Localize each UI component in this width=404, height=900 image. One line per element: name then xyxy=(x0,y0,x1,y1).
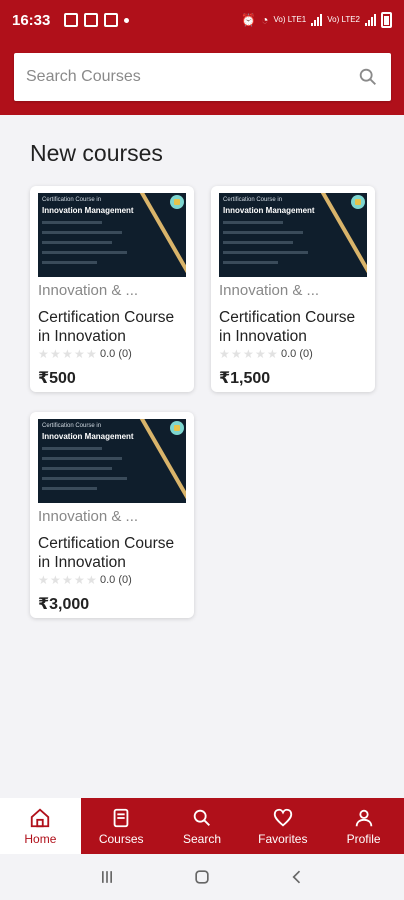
back-icon[interactable] xyxy=(285,865,309,889)
rating-text: 0.0 (0) xyxy=(100,574,132,586)
rating-stars-icon: ★ ★ ★ ★ ★ xyxy=(219,346,278,361)
course-category: Innovation & ... xyxy=(38,282,139,299)
nav-favorites-label: Favorites xyxy=(258,831,308,846)
course-price: ₹500 xyxy=(38,370,76,387)
recent-apps-icon[interactable] xyxy=(95,865,119,889)
search-icon xyxy=(193,809,210,826)
network-label-2: Vo) LTE2 xyxy=(327,15,360,24)
nav-home-label: Home xyxy=(24,831,57,846)
nav-search-label: Search xyxy=(182,831,221,846)
nav-courses-label: Courses xyxy=(98,831,144,846)
network-label-1: Vo) LTE1 xyxy=(273,15,307,24)
linkedin-notification-icon xyxy=(104,13,119,27)
course-rating: ★ ★ ★ ★ ★ 0.0 (0) xyxy=(38,346,132,361)
certificate-badge-icon xyxy=(170,421,184,435)
rating-stars-icon: ★ ★ ★ ★ ★ xyxy=(38,572,97,587)
signal-icon-1 xyxy=(311,14,323,26)
course-rating: ★ ★ ★ ★ ★ 0.0 (0) xyxy=(38,572,132,587)
rating-text: 0.0 (0) xyxy=(100,348,132,360)
bottom-navigation: Home Courses Search Favorites Profile xyxy=(0,798,404,854)
status-time: 16:33 xyxy=(12,11,51,29)
thumbnail-line-2: Innovation Management xyxy=(42,432,134,441)
course-title: Certification Course in Innovation xyxy=(38,309,175,345)
search-input[interactable] xyxy=(26,68,357,86)
gallery-notification-icon xyxy=(64,13,79,27)
section-title: New courses xyxy=(30,140,163,166)
status-bar: 16:33 ⏰ ◔ Vo) LTE1 Vo) LTE2 xyxy=(0,0,404,40)
home-button-icon[interactable] xyxy=(190,865,214,889)
certificate-badge-icon xyxy=(170,195,184,209)
app-header xyxy=(0,40,404,115)
thumbnail-line-1: Certification Course in xyxy=(42,197,102,203)
search-icon[interactable] xyxy=(357,66,379,88)
person-icon xyxy=(355,809,372,826)
course-card[interactable]: Certification Course in Innovation Manag… xyxy=(30,412,194,618)
course-price: ₹1,500 xyxy=(219,370,271,387)
alarm-icon: ⏰ xyxy=(241,13,257,27)
book-icon xyxy=(113,808,129,827)
wifi-icon: ◔ xyxy=(261,13,269,27)
nav-profile-label: Profile xyxy=(346,831,381,846)
nav-favorites[interactable]: Favorites xyxy=(242,798,323,854)
thumbnail-line-2: Innovation Management xyxy=(42,206,134,215)
rating-text: 0.0 (0) xyxy=(281,348,313,360)
course-title: Certification Course in Innovation xyxy=(38,535,175,571)
system-navigation-bar xyxy=(0,854,404,900)
course-price: ₹3,000 xyxy=(38,596,90,613)
heart-icon xyxy=(273,808,292,827)
course-category: Innovation & ... xyxy=(219,282,320,299)
nav-courses[interactable]: Courses xyxy=(81,798,162,854)
rating-stars-icon: ★ ★ ★ ★ ★ xyxy=(38,346,97,361)
course-thumbnail: Certification Course in Innovation Manag… xyxy=(38,419,186,503)
course-thumbnail: Certification Course in Innovation Manag… xyxy=(219,193,367,277)
battery-icon xyxy=(381,12,392,28)
course-rating: ★ ★ ★ ★ ★ 0.0 (0) xyxy=(219,346,313,361)
more-notifications-icon xyxy=(124,17,130,23)
status-left: 16:33 xyxy=(12,11,130,29)
thumbnail-line-1: Certification Course in xyxy=(223,197,283,203)
image-notification-icon xyxy=(84,13,99,27)
status-right: ⏰ ◔ Vo) LTE1 Vo) LTE2 xyxy=(241,12,392,28)
nav-profile[interactable]: Profile xyxy=(323,798,404,854)
certificate-badge-icon xyxy=(351,195,365,209)
course-thumbnail: Certification Course in Innovation Manag… xyxy=(38,193,186,277)
search-bar[interactable] xyxy=(14,53,391,101)
signal-icon-2 xyxy=(365,14,376,26)
thumbnail-line-1: Certification Course in xyxy=(42,423,102,429)
home-icon xyxy=(31,808,50,827)
nav-search[interactable]: Search xyxy=(162,798,243,854)
course-card[interactable]: Certification Course in Innovation Manag… xyxy=(30,186,194,392)
course-card[interactable]: Certification Course in Innovation Manag… xyxy=(211,186,375,392)
course-title: Certification Course in Innovation xyxy=(219,309,356,345)
course-category: Innovation & ... xyxy=(38,508,139,525)
nav-home[interactable]: Home xyxy=(0,798,81,854)
thumbnail-line-2: Innovation Management xyxy=(223,206,315,215)
